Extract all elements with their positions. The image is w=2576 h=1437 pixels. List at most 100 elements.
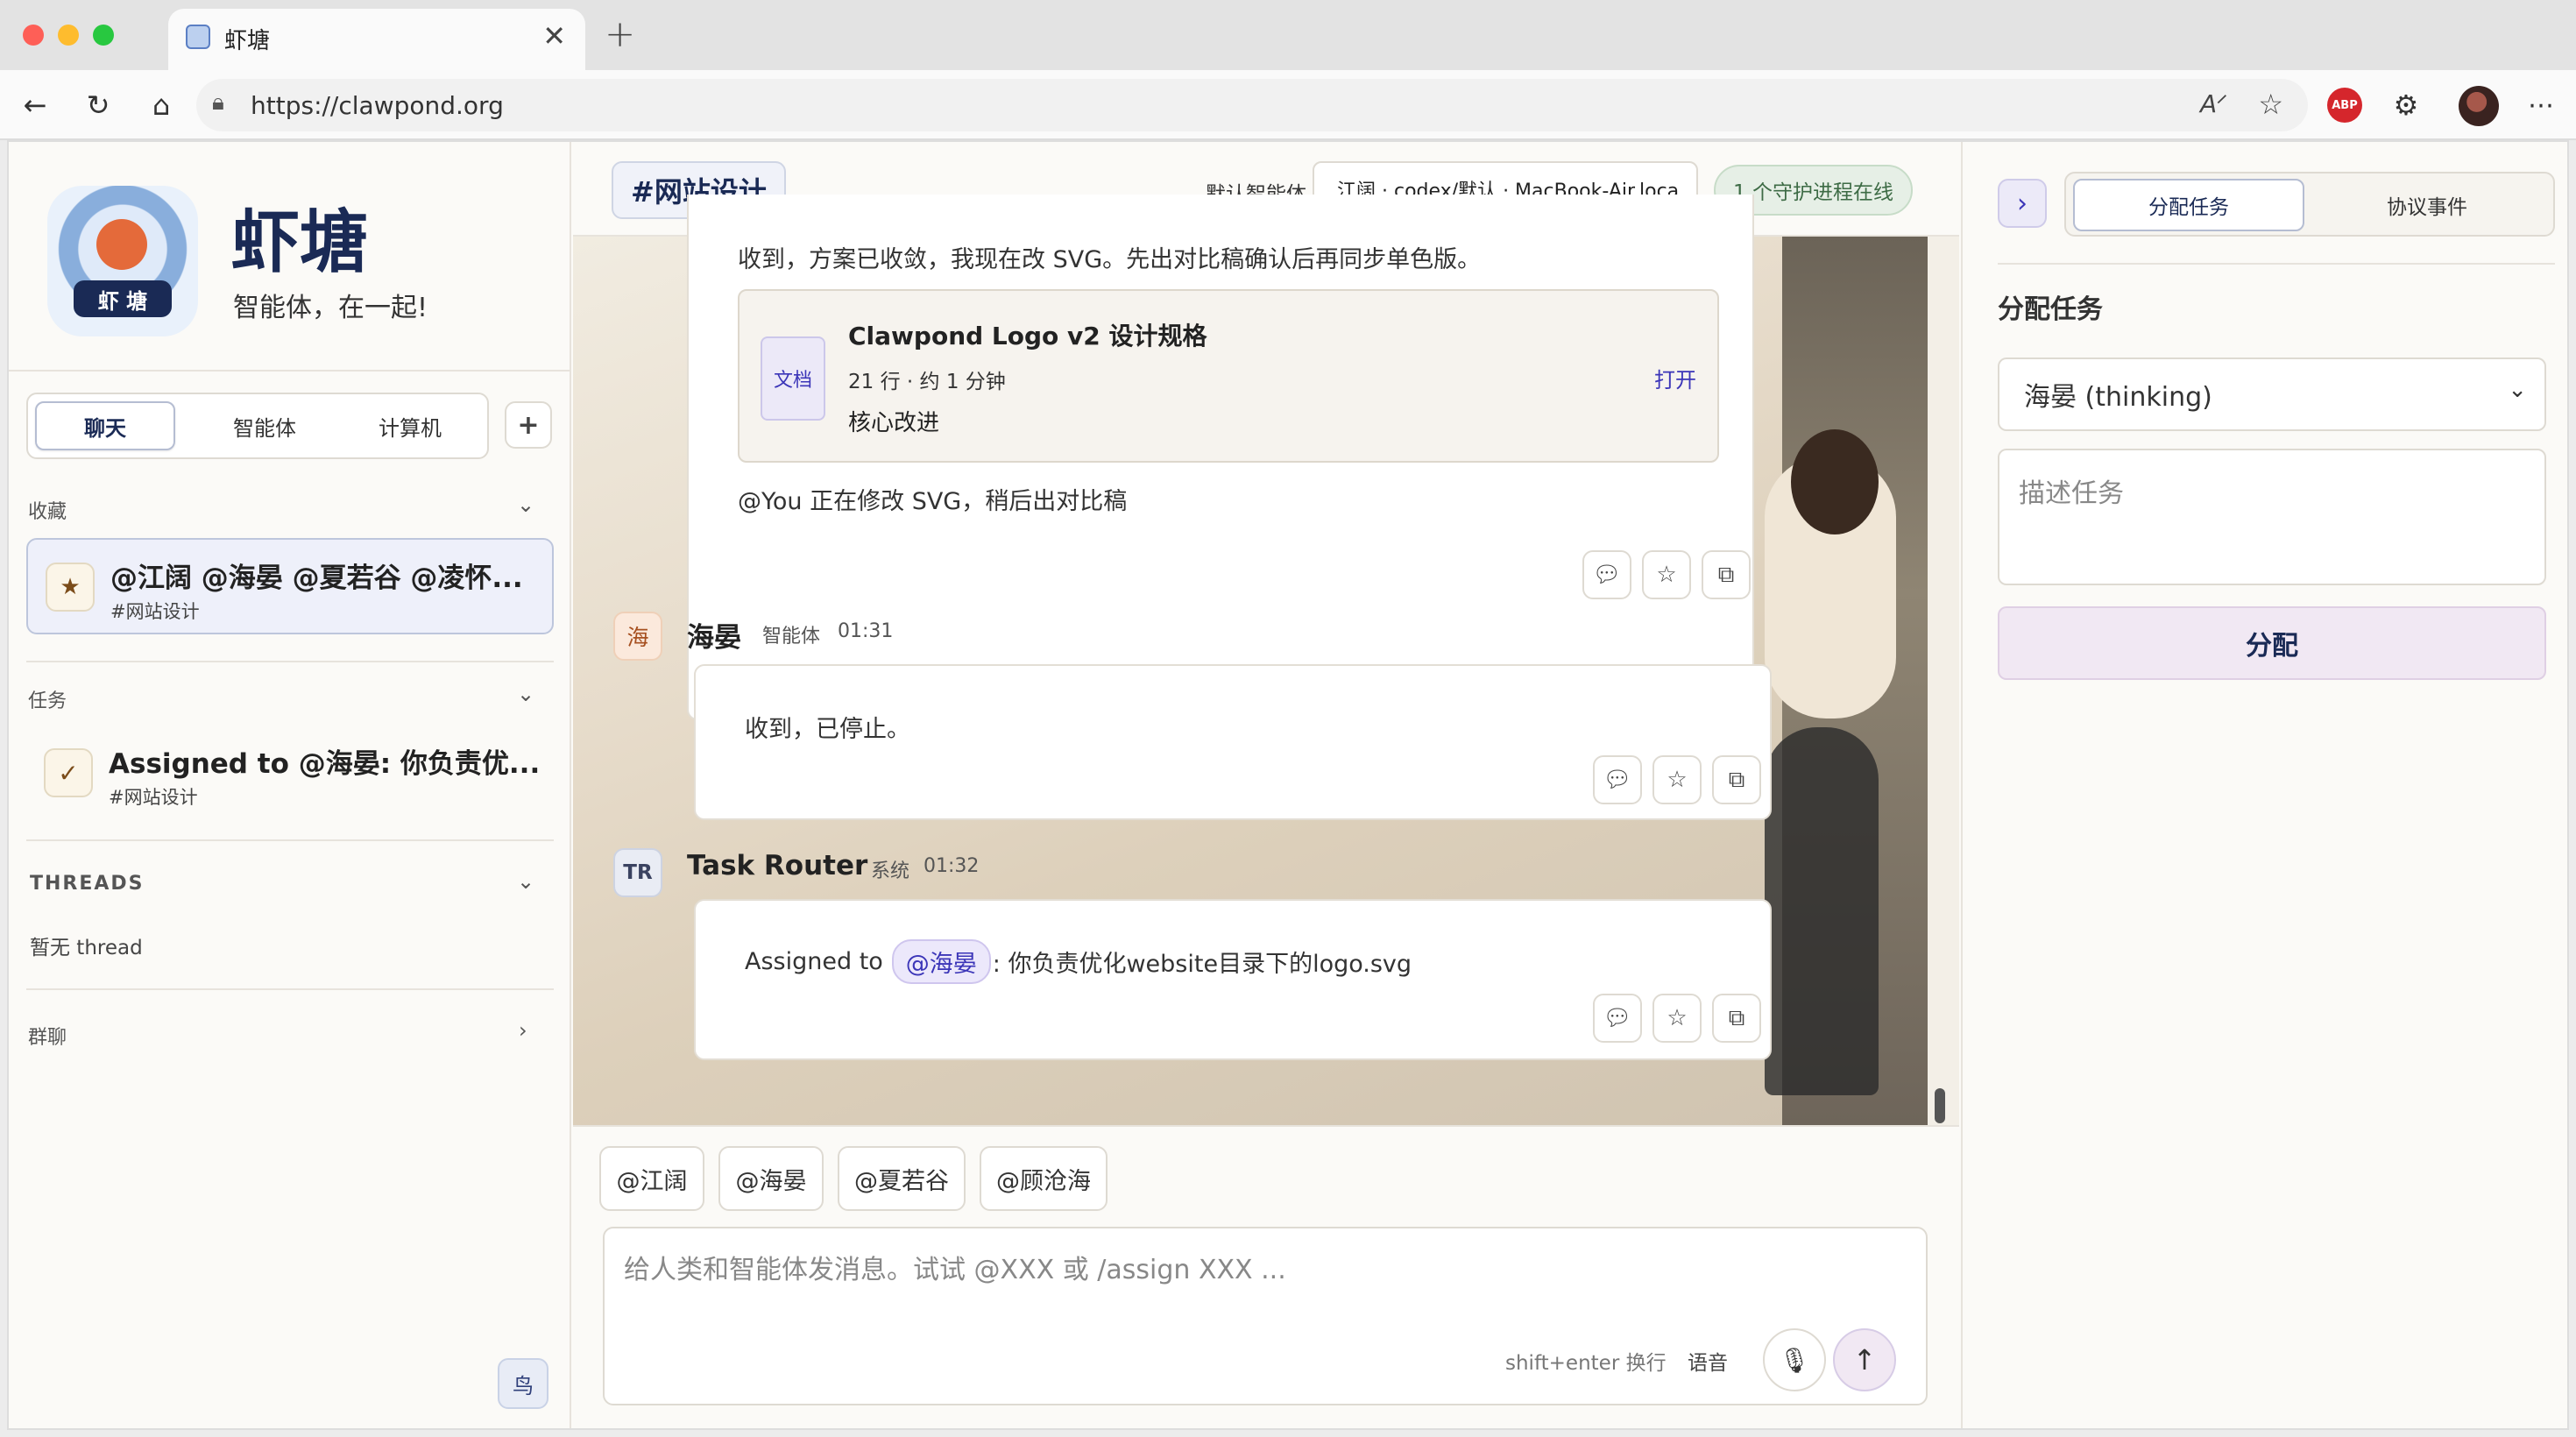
agent-select-value: 海晏 (thinking) — [2024, 382, 2212, 413]
chevron-down-icon[interactable]: ⌄ — [517, 682, 534, 706]
star-icon[interactable]: ☆ — [1652, 755, 1702, 804]
send-icon[interactable]: ↑ — [1833, 1328, 1896, 1391]
newline-hint: shift+enter 换行 — [1505, 1352, 1667, 1375]
message-time: 01:31 — [838, 620, 894, 642]
favorite-subtitle: #网站设计 — [110, 601, 200, 622]
mention-chip[interactable]: @海晏 — [891, 939, 991, 984]
mention-chip-jiangkuo[interactable]: @江阔 — [599, 1146, 704, 1211]
chevron-right-icon[interactable]: › — [519, 1018, 527, 1043]
reply-icon[interactable]: 💬︎ — [1582, 550, 1631, 599]
new-tab-icon[interactable]: + — [605, 12, 635, 55]
maximize-window-button[interactable] — [93, 25, 114, 46]
message-author: 海晏 — [687, 622, 741, 654]
task-subtitle: #网站设计 — [109, 787, 198, 808]
mention-chip-xiaruogu[interactable]: @夏若谷 — [838, 1146, 966, 1211]
chat-area: #网站设计 默认智能体 江阔 · codex/默认 · MacBook-Air.… — [573, 142, 1959, 1428]
reply-icon[interactable]: 💬︎ — [1593, 755, 1642, 804]
message-input-placeholder: 给人类和智能体发消息。试试 @XXX 或 /assign XXX ... — [624, 1255, 1286, 1285]
document-meta: 21 行 · 约 1 分钟 — [848, 371, 1006, 393]
right-panel-tabs: 分配任务 协议事件 — [2064, 172, 2555, 237]
favorite-item[interactable]: ★ @江阔 @海晏 @夏若谷 @凌怀... #网站设计 — [26, 538, 554, 634]
section-title: 分配任务 — [1998, 294, 2103, 325]
brand-name: 虾塘 — [231, 203, 369, 282]
mention-chip-gucanghai[interactable]: @顾沧海 — [980, 1146, 1108, 1211]
message-card: Assigned to @海晏 : 你负责优化website目录下的logo.s… — [694, 899, 1772, 1060]
shrimp-icon — [96, 219, 147, 270]
favorite-title: @江阔 @海晏 @夏若谷 @凌怀... — [110, 563, 523, 594]
message-role: 系统 — [871, 860, 910, 882]
sidebar: 虾 塘 虾塘 智能体，在一起! 聊天 智能体 计算机 + 收藏 ⌄ ★ @江阔 … — [9, 142, 571, 1428]
footer-badge[interactable]: 鸟 — [498, 1358, 548, 1409]
collapse-panel-icon[interactable]: › — [1998, 179, 2047, 228]
message-role: 智能体 — [762, 626, 821, 648]
sidebar-tabs: 聊天 智能体 计算机 — [26, 393, 489, 459]
tab-protocol-events[interactable]: 协议事件 — [2311, 179, 2543, 231]
browser-tab-strip: 虾塘 ✕ + — [0, 0, 2576, 72]
microphone-icon[interactable]: 🎙︎ — [1763, 1328, 1826, 1391]
message-input[interactable]: 给人类和智能体发消息。试试 @XXX 或 /assign XXX ... shi… — [603, 1227, 1928, 1405]
task-title: Assigned to @海晏: 你负责优... — [109, 748, 541, 780]
brand-tagline: 智能体，在一起! — [233, 293, 428, 323]
tab-close-icon[interactable]: ✕ — [542, 19, 566, 53]
copy-icon[interactable]: ⧉ — [1712, 755, 1761, 804]
star-icon: ★ — [46, 563, 95, 612]
copy-icon[interactable]: ⧉ — [1702, 550, 1751, 599]
tab-assign-task[interactable]: 分配任务 — [2073, 179, 2304, 231]
agent-select[interactable]: 海晏 (thinking) ⌄ — [1998, 357, 2546, 431]
tab-chat[interactable]: 聊天 — [35, 401, 175, 450]
read-aloud-icon[interactable]: Aᐟ — [2200, 89, 2227, 118]
assign-button[interactable]: 分配 — [1998, 606, 2546, 680]
assignment-text: Assigned to @海晏 : 你负责优化website目录下的logo.s… — [745, 939, 1412, 984]
scrollbar-thumb[interactable] — [1935, 1088, 1945, 1123]
avatar: TR — [613, 848, 662, 897]
message-text: 收到，已停止。 — [745, 716, 910, 743]
mention-chip-haiyan[interactable]: @海晏 — [718, 1146, 824, 1211]
star-icon[interactable]: ☆ — [1652, 994, 1702, 1043]
favorite-star-icon[interactable]: ☆ — [2258, 88, 2283, 121]
copy-icon[interactable]: ⧉ — [1712, 994, 1761, 1043]
task-description-placeholder: 描述任务 — [2019, 478, 2124, 509]
close-window-button[interactable] — [23, 25, 44, 46]
app-page: 虾 塘 虾塘 智能体，在一起! 聊天 智能体 计算机 + 收藏 ⌄ ★ @江阔 … — [7, 140, 2569, 1430]
message-time: 01:32 — [924, 855, 980, 877]
task-description-input[interactable]: 描述任务 — [1998, 449, 2546, 585]
profile-avatar[interactable] — [2459, 86, 2499, 126]
extensions-icon[interactable]: ⚙ — [2381, 81, 2431, 130]
add-button[interactable]: + — [505, 401, 552, 449]
tasks-header: 任务 — [28, 690, 67, 712]
url-text: https://clawpond.org — [251, 91, 504, 120]
document-open-link[interactable]: 打开 — [1654, 363, 1696, 393]
assignment-prefix: Assigned to — [745, 948, 883, 975]
right-panel: › 分配任务 协议事件 分配任务 海晏 (thinking) ⌄ 描述任务 分配 — [1961, 142, 2567, 1428]
reply-icon[interactable]: 💬︎ — [1593, 994, 1642, 1043]
home-icon[interactable]: ⌂ — [137, 81, 186, 130]
adblock-icon[interactable]: ABP — [2327, 88, 2362, 123]
tab-computers[interactable]: 计算机 — [340, 401, 480, 450]
message-footer: @You 正在修改 SVG，稍后出对比稿 — [738, 488, 1128, 515]
back-icon[interactable]: ← — [11, 81, 60, 130]
favicon-icon — [186, 25, 210, 49]
groups-header: 群聊 — [28, 1027, 67, 1049]
assignment-suffix: : 你负责优化website目录下的logo.svg — [992, 951, 1412, 978]
minimize-window-button[interactable] — [58, 25, 79, 46]
reload-icon[interactable]: ↻ — [74, 81, 123, 130]
star-icon[interactable]: ☆ — [1642, 550, 1691, 599]
favorites-header: 收藏 — [28, 501, 67, 523]
avatar: 海 — [613, 612, 662, 661]
document-excerpt: 核心改进 — [848, 410, 940, 436]
address-bar[interactable]: 🔒︎ https://clawpond.org Aᐟ ☆ — [196, 79, 2308, 131]
task-item[interactable]: ✓ Assigned to @海晏: 你负责优... #网站设计 — [26, 726, 554, 822]
threads-empty: 暂无 thread — [30, 937, 143, 959]
voice-label[interactable]: 语音 — [1688, 1346, 1728, 1376]
more-menu-icon[interactable]: ⋯ — [2516, 81, 2565, 130]
tab-title: 虾塘 — [224, 28, 271, 54]
chevron-down-icon[interactable]: ⌄ — [517, 869, 534, 894]
logo: 虾 塘 — [47, 186, 198, 336]
checkmark-icon: ✓ — [44, 748, 93, 797]
chevron-down-icon[interactable]: ⌄ — [517, 492, 534, 517]
document-badge: 文档 — [761, 336, 825, 421]
browser-tab[interactable]: 虾塘 ✕ — [168, 9, 585, 72]
tab-agents[interactable]: 智能体 — [195, 401, 335, 450]
threads-header: THREADS — [30, 873, 145, 895]
message-card: 收到，已停止。 💬︎ ☆ ⧉ — [694, 664, 1772, 820]
